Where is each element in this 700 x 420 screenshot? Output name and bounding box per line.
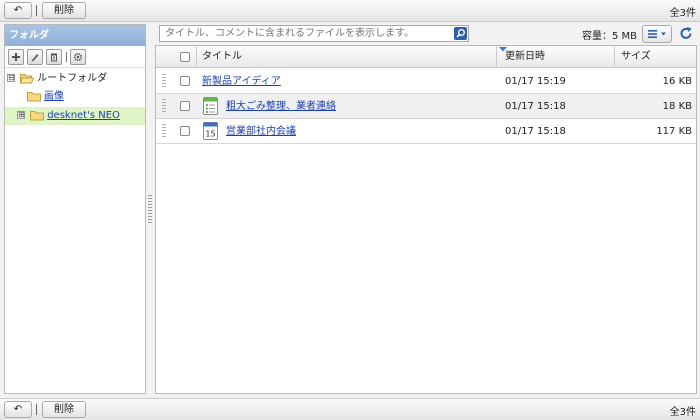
tree-node-desknets[interactable]: ⊞ desknet's NEO — [5, 107, 145, 125]
column-divider — [196, 46, 197, 68]
total-count: 全3件 — [669, 8, 696, 19]
top-toolbar: ↶ 削除 全3件 — [0, 0, 700, 22]
column-header-updated[interactable]: 更新日時 — [505, 46, 545, 68]
search-icon — [456, 29, 465, 38]
table-row[interactable]: 新製品アイディア 01/17 15:19 16 KB — [156, 69, 696, 94]
column-header-size[interactable]: サイズ — [621, 46, 651, 68]
edit-icon — [31, 54, 39, 62]
view-mode-button[interactable] — [642, 25, 672, 43]
todo-list-icon — [203, 97, 218, 115]
file-size: 16 KB — [662, 76, 692, 87]
folder-panel: フォルダ ⊟ ルートフォルダ 画像 ⊞ desknet's NEO — [4, 24, 146, 394]
expand-icon[interactable]: ⊞ — [17, 111, 25, 119]
edit-folder-button[interactable] — [27, 49, 43, 65]
file-title-link[interactable]: 新製品アイディア — [202, 69, 281, 94]
drag-handle[interactable] — [162, 124, 166, 138]
drag-handle[interactable] — [162, 99, 166, 113]
file-updated: 01/17 15:18 — [505, 101, 566, 112]
list-view-icon — [648, 30, 666, 38]
row-checkbox[interactable] — [180, 76, 190, 86]
add-folder-button[interactable] — [8, 49, 24, 65]
column-header-title[interactable]: タイトル — [202, 46, 242, 68]
folder-tools — [5, 46, 145, 68]
folder-icon — [30, 110, 45, 120]
pane-splitter[interactable] — [148, 195, 152, 223]
folder-icon — [27, 91, 41, 101]
file-title-link[interactable]: 営業部社内会議 — [226, 119, 296, 144]
delete-button[interactable]: 削除 — [42, 401, 86, 418]
row-checkbox[interactable] — [180, 101, 190, 111]
tree-node-root[interactable]: ⊟ ルートフォルダ — [7, 70, 107, 88]
tree-node-images[interactable]: 画像 — [27, 88, 64, 106]
row-checkbox[interactable] — [180, 126, 190, 136]
open-folder-icon — [20, 73, 35, 83]
delete-button[interactable]: 削除 — [42, 2, 86, 19]
folder-panel-title: フォルダ — [5, 25, 145, 46]
add-icon — [12, 53, 20, 61]
file-updated: 01/17 15:19 — [505, 76, 566, 87]
table-row[interactable]: 15 営業部社内会議 01/17 15:18 117 KB — [156, 119, 696, 144]
search-button[interactable] — [454, 27, 467, 40]
file-size: 18 KB — [662, 101, 692, 112]
trash-icon — [51, 53, 57, 62]
refresh-icon[interactable] — [678, 25, 694, 42]
file-title-link[interactable]: 粗大ごみ整理、業者連絡 — [226, 94, 336, 119]
search-input[interactable] — [160, 26, 450, 41]
bottom-toolbar: ↶ 削除 全3件 — [0, 398, 700, 420]
calendar-day: 15 — [205, 130, 215, 139]
back-button[interactable]: ↶ — [4, 401, 32, 418]
column-divider — [496, 46, 497, 68]
calendar-icon: 15 — [203, 122, 218, 140]
tools-divider — [66, 52, 67, 62]
back-button[interactable]: ↶ — [4, 2, 32, 19]
file-updated: 01/17 15:18 — [505, 126, 566, 137]
table-header: タイトル 更新日時 サイズ — [156, 46, 696, 68]
search-box[interactable] — [159, 25, 469, 42]
gear-icon — [73, 52, 83, 62]
drag-handle[interactable] — [162, 74, 166, 88]
file-size: 117 KB — [656, 126, 692, 137]
capacity-label: 容量：5 MB — [582, 31, 638, 42]
back-arrow-icon: ↶ — [13, 404, 23, 415]
select-all-checkbox[interactable] — [180, 52, 190, 62]
column-divider — [614, 46, 615, 68]
toolbar-divider — [36, 5, 37, 16]
delete-folder-button[interactable] — [46, 49, 62, 65]
folder-settings-button[interactable] — [70, 49, 86, 65]
back-arrow-icon: ↶ — [13, 5, 23, 16]
collapse-icon[interactable]: ⊟ — [7, 74, 15, 82]
total-count: 全3件 — [669, 407, 696, 418]
file-table: タイトル 更新日時 サイズ 新製品アイディア 01/17 15:19 16 KB… — [155, 45, 697, 394]
toolbar-divider — [36, 404, 37, 415]
tree-node-label: ルートフォルダ — [37, 73, 108, 84]
tree-node-label[interactable]: 画像 — [44, 91, 64, 102]
tree-node-label[interactable]: desknet's NEO — [47, 110, 120, 121]
table-row[interactable]: 粗大ごみ整理、業者連絡 01/17 15:18 18 KB — [156, 94, 696, 119]
